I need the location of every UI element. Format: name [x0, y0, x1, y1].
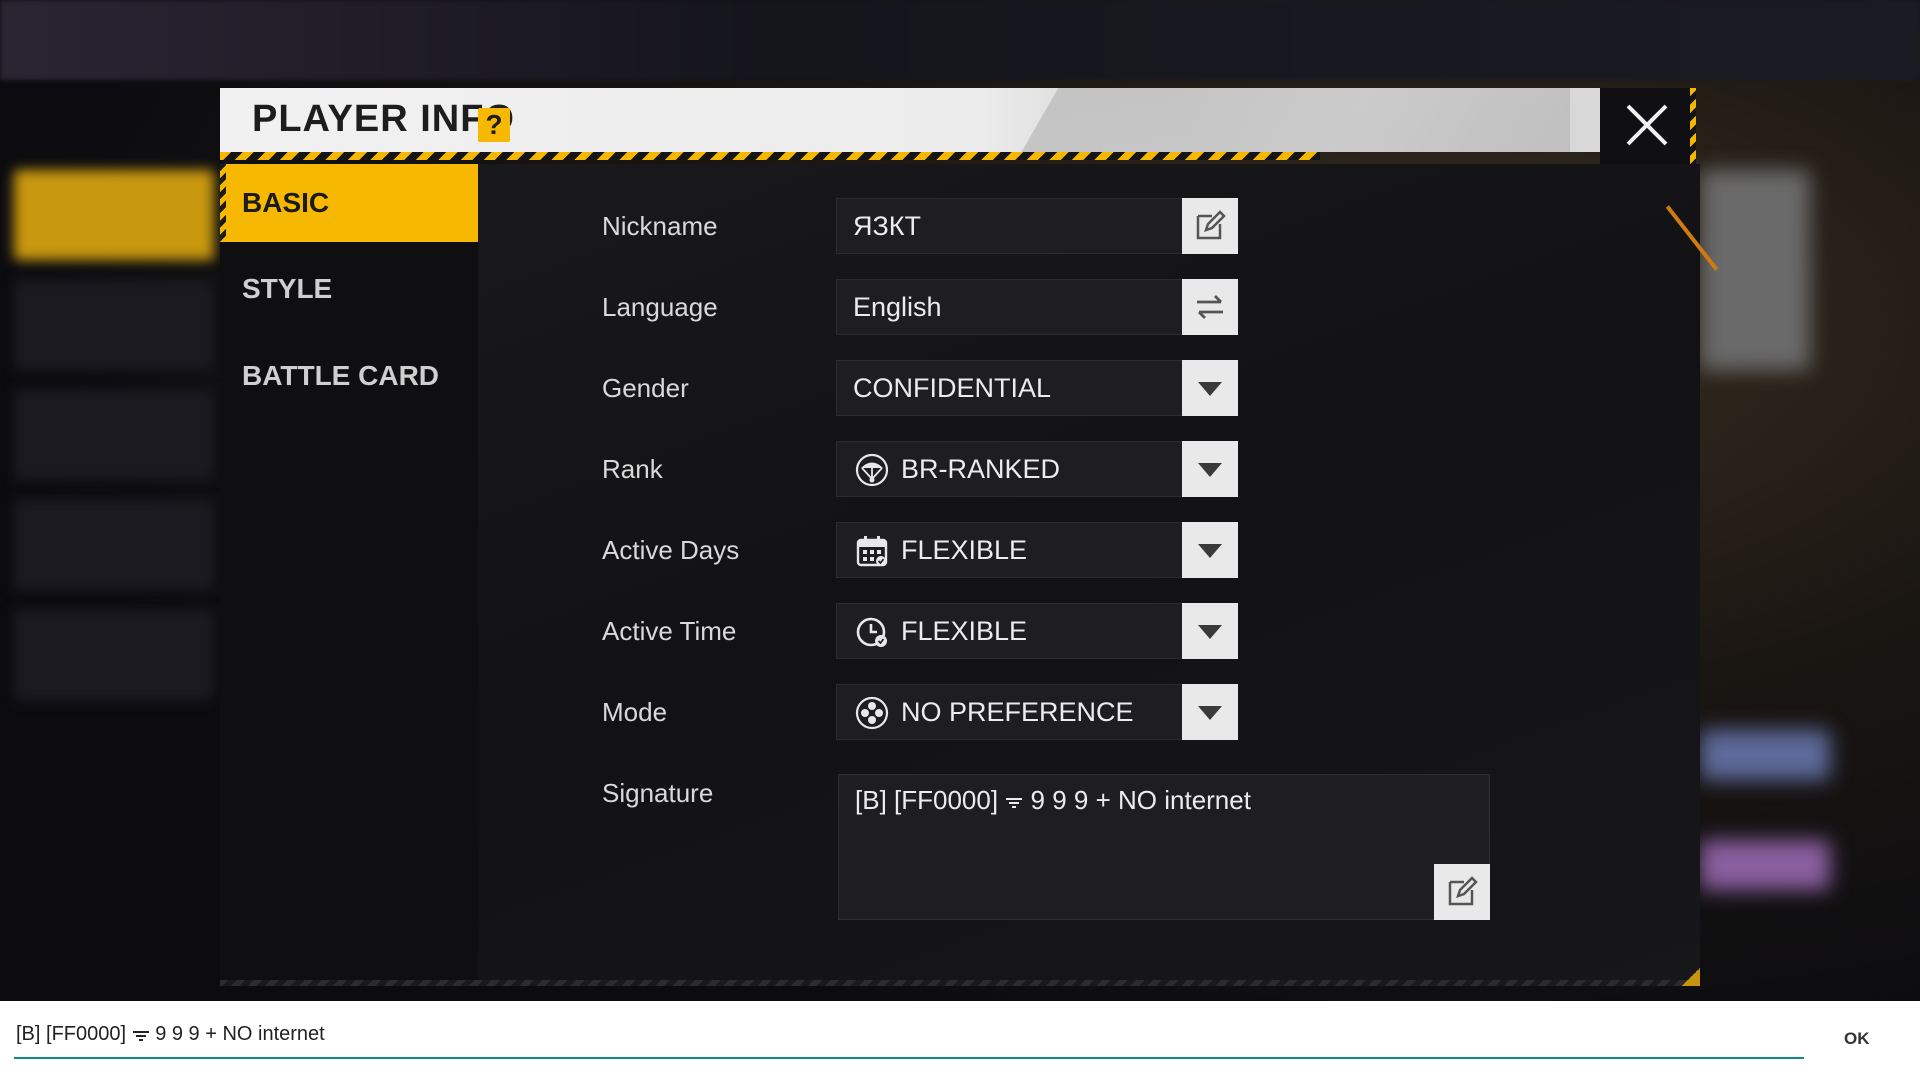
edit-icon	[1196, 210, 1226, 240]
signature-value: [B] [FF0000] 9 9 9 + NO internet	[855, 785, 1251, 816]
hazard-stripe	[220, 152, 1320, 160]
signature-text-a: [B] [FF0000]	[855, 785, 999, 815]
language-value: English	[853, 292, 942, 322]
gender-dropdown[interactable]: CONFIDENTIAL	[836, 360, 1238, 416]
bottom-border	[220, 980, 1700, 986]
signature-label: Signature	[602, 778, 714, 808]
mode-icon	[855, 696, 889, 730]
help-icon[interactable]: ?	[478, 108, 510, 142]
gender-value: CONFIDENTIAL	[853, 373, 1052, 403]
edit-signature-button[interactable]	[1434, 864, 1490, 920]
corner-accent	[1682, 968, 1700, 986]
active-days-dropdown-button[interactable]	[1182, 522, 1238, 578]
active-days-value: FLEXIBLE	[901, 535, 1028, 565]
rank-dropdown[interactable]: BR-RANKED	[836, 441, 1238, 497]
active-time-label: Active Time	[602, 616, 737, 646]
clock-icon	[856, 617, 887, 647]
signature-field[interactable]: [B] [FF0000] 9 9 9 + NO internet	[838, 774, 1490, 920]
chevron-down-icon	[1198, 382, 1222, 396]
active-time-dropdown[interactable]: FLEXIBLE	[836, 603, 1238, 659]
hazard-edge	[1690, 88, 1696, 164]
gender-label: Gender	[602, 373, 689, 403]
wifi-icon	[1006, 798, 1023, 809]
tab-basic[interactable]: BASIC	[220, 164, 478, 242]
edit-icon	[1448, 876, 1478, 906]
ok-button[interactable]: OK	[1844, 1029, 1870, 1049]
mode-dropdown-button[interactable]	[1182, 684, 1238, 740]
active-time-value: FLEXIBLE	[901, 616, 1028, 646]
edit-nickname-button[interactable]	[1182, 198, 1238, 254]
chevron-down-icon	[1198, 544, 1222, 558]
active-time-dropdown-button[interactable]	[1182, 603, 1238, 659]
rank-value: BR-RANKED	[901, 454, 1061, 484]
text-input[interactable]: [B] [FF0000] 9 9 9 + NO internet	[16, 1023, 325, 1046]
parachute-icon	[855, 453, 889, 487]
background-tab	[14, 500, 214, 590]
input-text-b: 9 9 9 + NO internet	[155, 1023, 325, 1045]
background-tab	[14, 280, 214, 370]
chevron-down-icon	[1198, 463, 1222, 477]
background-blob	[1700, 170, 1810, 370]
signature-text-b: 9 9 9 + NO internet	[1030, 785, 1251, 815]
gender-dropdown-button[interactable]	[1182, 360, 1238, 416]
nickname-label: Nickname	[602, 211, 718, 241]
change-language-button[interactable]	[1182, 279, 1238, 335]
swap-icon	[1197, 295, 1223, 319]
language-field[interactable]: English	[836, 279, 1238, 335]
close-icon[interactable]	[1624, 102, 1670, 148]
dialog-header: PLAYER INFO ?	[220, 88, 1600, 152]
active-days-label: Active Days	[602, 535, 740, 565]
nickname-value: ЯЗКТ	[853, 211, 922, 241]
nickname-field[interactable]: ЯЗКТ	[836, 198, 1238, 254]
tab-battle-card[interactable]: BATTLE CARD	[220, 337, 478, 415]
rank-dropdown-button[interactable]	[1182, 441, 1238, 497]
background-tab	[14, 610, 214, 700]
calendar-icon	[856, 536, 888, 567]
rank-label: Rank	[602, 454, 663, 484]
text-input-bar: [B] [FF0000] 9 9 9 + NO internet OK	[0, 1001, 1920, 1080]
background-top-bar	[0, 0, 1920, 80]
close-button[interactable]	[1600, 88, 1696, 164]
wifi-icon	[132, 1030, 149, 1041]
input-text-a: [B] [FF0000]	[16, 1023, 127, 1045]
background-tab	[14, 390, 214, 480]
dialog-body: BASIC STYLE BATTLE CARD Nickname ЯЗКТ La…	[220, 164, 1719, 986]
page-title: PLAYER INFO	[252, 98, 515, 140]
header-decoration	[1010, 88, 1570, 152]
background-blob	[1700, 730, 1830, 780]
chevron-down-icon	[1198, 625, 1222, 639]
input-underline	[14, 1057, 1804, 1059]
chevron-down-icon	[1198, 706, 1222, 720]
sidebar: BASIC STYLE BATTLE CARD	[220, 164, 478, 980]
mode-value: NO PREFERENCE	[901, 697, 1134, 727]
language-label: Language	[602, 292, 718, 322]
mode-dropdown[interactable]: NO PREFERENCE	[836, 684, 1238, 740]
player-info-dialog: PLAYER INFO ? BASIC STYLE BATTLE CARD Ni…	[220, 88, 1719, 994]
active-days-dropdown[interactable]: FLEXIBLE	[836, 522, 1238, 578]
mode-label: Mode	[602, 697, 668, 727]
background-blob	[1700, 840, 1830, 890]
tab-style[interactable]: STYLE	[220, 250, 478, 328]
background-tab	[14, 170, 214, 260]
